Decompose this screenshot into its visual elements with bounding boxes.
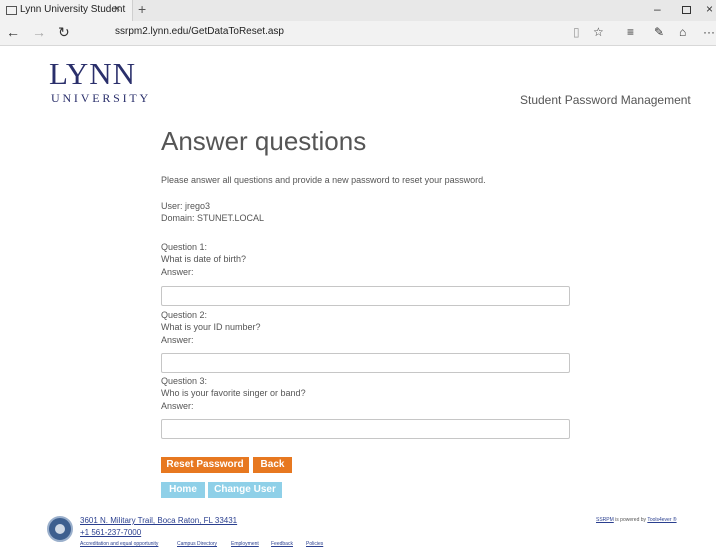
question-3-text: Who is your favorite singer or band? [161,388,306,398]
back-button[interactable]: Back [253,457,292,473]
question-1-number: Question 1: [161,242,208,252]
footer-link-policies[interactable]: Policies [306,541,323,547]
browser-tab-bar: Lynn University Student × + – × [0,0,716,21]
favorite-star-icon[interactable]: ☆ [593,25,604,39]
powered-by-text: SSRPM is powered by Tools4ever ® [596,517,677,523]
powered-by-label: is powered by [613,517,648,523]
answer-3-input[interactable] [161,419,570,439]
reset-password-button[interactable]: Reset Password [161,457,249,473]
question-3-number: Question 3: [161,376,208,386]
tools4ever-link[interactable]: Tools4ever ® [647,517,676,523]
answer-2-input[interactable] [161,353,570,373]
tab-title: Lynn University Student [20,4,126,15]
answer-3-label: Answer: [161,401,194,411]
question-2-text: What is your ID number? [161,322,261,332]
domain-label: Domain: STUNET.LOCAL [161,213,265,223]
new-tab-icon[interactable]: + [138,1,146,17]
lynn-logo-subtitle: UNIVERSITY [51,91,151,105]
ssrpm-link[interactable]: SSRPM [596,517,614,523]
answer-1-input[interactable] [161,286,570,306]
hub-icon[interactable]: ≡ [627,25,634,39]
reading-view-icon[interactable]: ▯ [573,25,580,39]
more-icon[interactable]: ··· [703,25,715,39]
question-2-number: Question 2: [161,310,208,320]
page-icon [6,6,17,15]
home-button[interactable]: Home [161,482,205,498]
tab-close-icon[interactable]: × [114,3,120,15]
browser-nav-bar: ← → ↻ ssrpm2.lynn.edu/GetDataToReset.asp… [0,21,716,46]
app-title: Student Password Management [520,93,691,107]
footer-link-accreditation[interactable]: Accreditation and equal opportunity [80,541,158,547]
minimize-icon[interactable]: – [654,2,661,16]
footer-link-feedback[interactable]: Feedback [271,541,293,547]
back-arrow-icon[interactable]: ← [6,24,20,40]
instructions-text: Please answer all questions and provide … [161,175,486,185]
question-1-text: What is date of birth? [161,254,247,264]
answer-1-label: Answer: [161,267,194,277]
footer-phone-link[interactable]: +1 561-237-7000 [80,528,141,537]
change-user-button[interactable]: Change User [208,482,282,498]
forward-arrow-icon[interactable]: → [32,24,46,40]
browser-tab[interactable]: Lynn University Student × [0,0,133,21]
page-title: Answer questions [161,126,367,156]
footer-link-campus-directory[interactable]: Campus Directory [177,541,217,547]
lynn-logo[interactable]: LYNN [49,58,136,90]
refresh-icon[interactable]: ↻ [58,24,70,41]
answer-2-label: Answer: [161,335,194,345]
user-label: User: jrego3 [161,201,211,211]
maximize-icon[interactable] [682,6,691,14]
address-bar[interactable]: ssrpm2.lynn.edu/GetDataToReset.asp [115,26,284,37]
window-close-icon[interactable]: × [706,2,713,16]
share-icon[interactable]: ⌂ [679,25,686,39]
university-seal-icon [47,516,73,542]
footer-address-link[interactable]: 3601 N. Military Trail, Boca Raton, FL 3… [80,516,237,525]
web-note-icon[interactable]: ✎ [654,25,664,39]
footer-link-employment[interactable]: Employment [231,541,259,547]
